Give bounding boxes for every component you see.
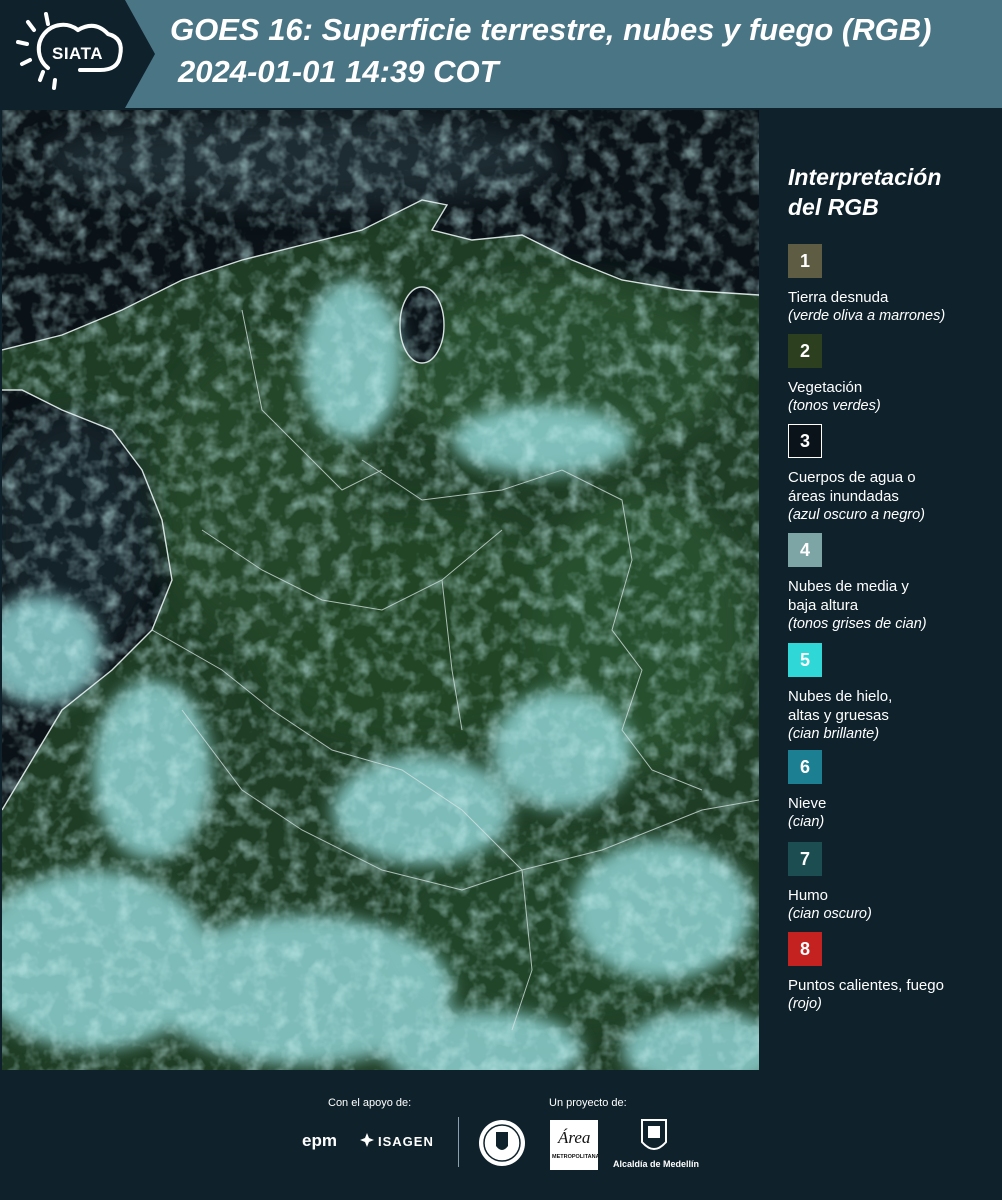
legend-item-water: 3 Cuerpos de agua o áreas inundadas (azu… [788, 424, 998, 525]
legend-swatch: 2 [788, 334, 822, 368]
legend-sublabel: (azul oscuro a negro) [788, 507, 926, 523]
legend-item-snow: 6 Nieve (cian) [788, 750, 998, 832]
legend-swatch: 3 [788, 424, 822, 458]
area-metropolitana-logo: Área METROPOLITANA [550, 1120, 600, 1170]
alcaldia-logo-text: Alcaldía de Medellín [613, 1159, 700, 1169]
siata-logo: SIATA [0, 0, 155, 108]
project-label: Un proyecto de: [549, 1097, 627, 1109]
legend-sublabel: (tonos grises de cian) [788, 616, 927, 632]
legend-item-vegetation: 2 Vegetación (tonos verdes) [788, 334, 998, 416]
alcaldia-crest-icon [640, 1118, 668, 1156]
legend-item-bare-soil: 1 Tierra desnuda (verde oliva a marrones… [788, 244, 998, 326]
isagen-star-icon [360, 1133, 374, 1147]
footer-divider [458, 1117, 459, 1167]
legend-swatch: 1 [788, 244, 822, 278]
legend-swatch: 5 [788, 643, 822, 677]
legend-item-smoke: 7 Humo (cian oscuro) [788, 842, 998, 924]
legend-item-ice-clouds: 5 Nubes de hielo, altas y gruesas (cian … [788, 643, 998, 744]
logo-text: SIATA [52, 44, 103, 63]
legend-label: Nubes de hielo, altas y gruesas [788, 688, 893, 724]
legend-label: Puntos calientes, fuego [788, 977, 944, 994]
legend-sublabel: (cian) [788, 814, 825, 830]
legend-sublabel: (tonos verdes) [788, 398, 881, 414]
isagen-logo: ISAGEN [378, 1134, 434, 1149]
legend-swatch: 8 [788, 932, 822, 966]
epm-logo: epm [302, 1131, 337, 1150]
satellite-map [2, 110, 759, 1070]
legend-label: Tierra desnuda [788, 289, 889, 306]
legend-sublabel: (cian brillante) [788, 726, 880, 742]
legend-swatch: 7 [788, 842, 822, 876]
support-label: Con el apoyo de: [328, 1097, 412, 1109]
page-timestamp: 2024-01-01 14:39 COT [178, 54, 499, 89]
legend-label: Humo [788, 887, 829, 904]
medellin-seal-icon [478, 1118, 526, 1168]
legend-title: Interpretación del RGB [788, 164, 942, 220]
page-title: GOES 16: Superficie terrestre, nubes y f… [170, 12, 932, 47]
legend-label: Vegetación [788, 379, 863, 396]
legend-item-low-clouds: 4 Nubes de media y baja altura (tonos gr… [788, 533, 998, 634]
legend-item-fire: 8 Puntos calientes, fuego (rojo) [788, 932, 998, 1014]
legend-swatch: 4 [788, 533, 822, 567]
legend-sublabel: (verde oliva a marrones) [788, 308, 946, 324]
legend-swatch: 6 [788, 750, 822, 784]
legend-label: Cuerpos de agua o áreas inundadas [788, 469, 916, 505]
legend-label: Nubes de media y baja altura [788, 578, 909, 614]
header-bar: SIATA GOES 16: Superficie terrestre, nub… [0, 0, 1002, 108]
legend-sublabel: (cian oscuro) [788, 906, 872, 922]
legend-label: Nieve [788, 795, 827, 812]
legend-sublabel: (rojo) [788, 996, 822, 1012]
